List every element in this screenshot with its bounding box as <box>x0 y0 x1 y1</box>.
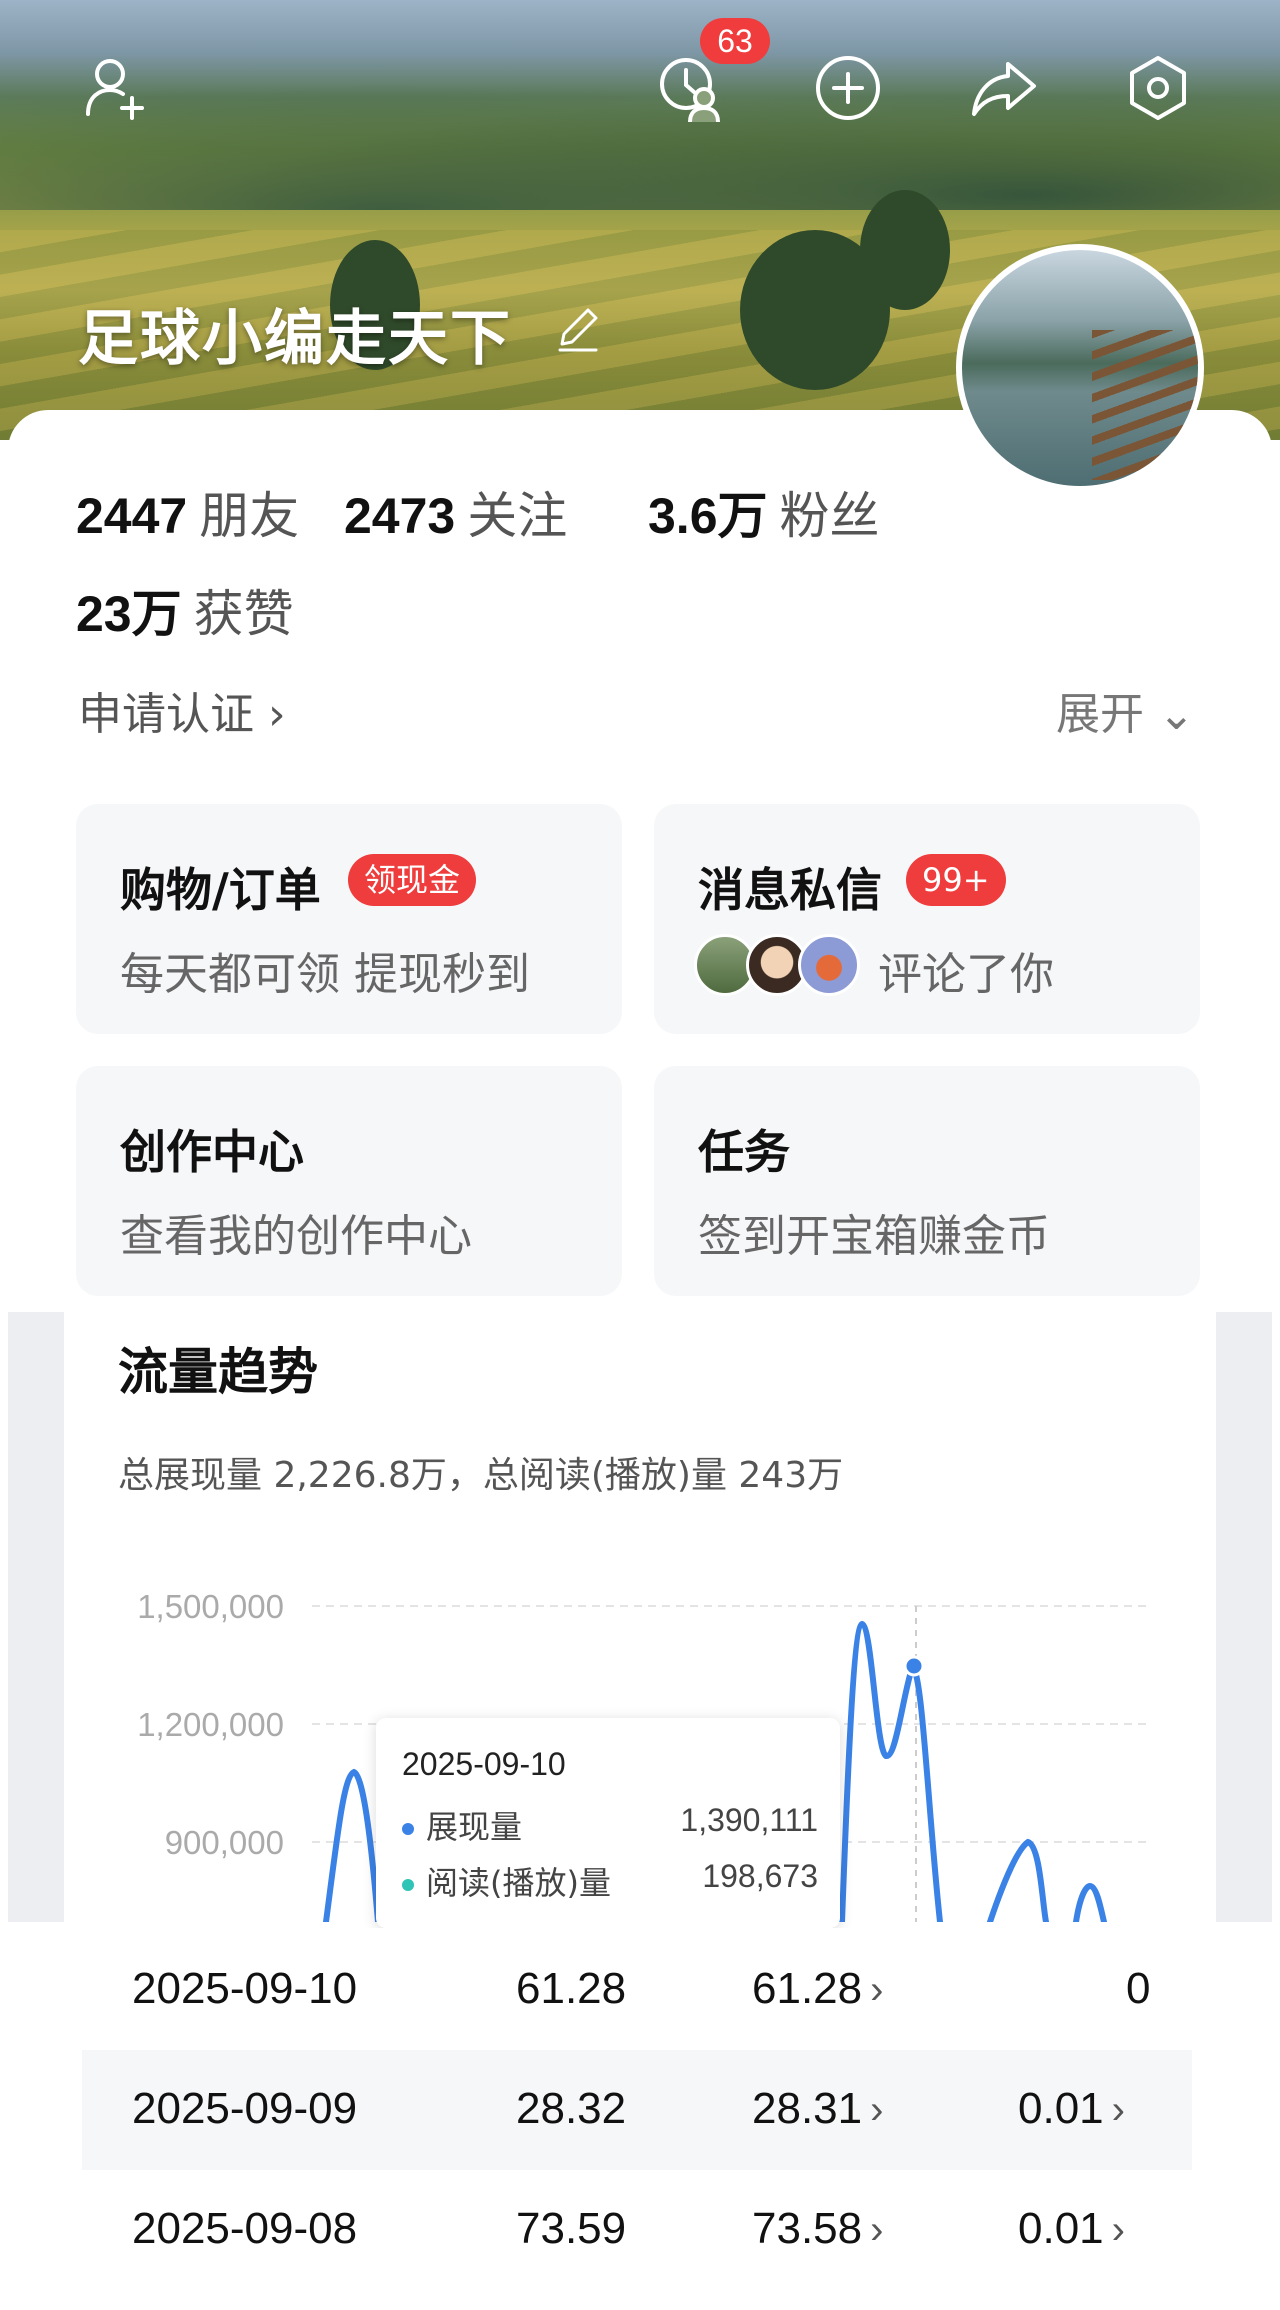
chevron-right-icon: › <box>1111 2208 1125 2252</box>
table-row[interactable]: 2025-09-10 61.28 61.28 › 0 <box>82 1930 1192 2050</box>
creator-card-title: 创作中心 <box>120 1125 304 1179</box>
messages-card-subtitle: 评论了你 <box>878 949 1054 1000</box>
pencil-icon <box>558 308 598 352</box>
chart-tooltip: 2025-09-10 展现量 1,390,111 阅读(播放)量 198,673 <box>376 1718 840 1928</box>
stat-friends-value: 2447 <box>76 488 188 544</box>
row-col1: 73.59 <box>516 2204 627 2253</box>
traffic-summary: 总展现量 2,226.8万，总阅读(播放)量 243万 <box>118 1455 844 1496</box>
row-col1: 61.28 <box>516 1964 627 2013</box>
add-friend-icon <box>86 59 144 120</box>
stat-friends-label: 朋友 <box>199 487 300 545</box>
row-col3: 0 <box>1126 1964 1158 2014</box>
creator-card-subtitle: 查看我的创作中心 <box>120 1211 472 1262</box>
row-date: 2025-09-08 <box>132 2204 358 2253</box>
stat-likes-label: 获赞 <box>193 585 294 643</box>
traffic-trend-title: 流量趋势 <box>118 1343 318 1401</box>
row-col2[interactable]: 61.28 › <box>752 1964 883 2014</box>
row-col3-value: 0 <box>1126 1964 1151 2013</box>
profile-username: 足球小编走天下 <box>78 304 512 374</box>
impressions-legend-dot <box>402 1823 414 1835</box>
stat-fans[interactable]: 3.6万 粉丝 <box>648 476 880 548</box>
row-col1: 28.32 <box>516 2084 627 2133</box>
profile-avatar[interactable] <box>956 244 1204 492</box>
row-col3-value: 0.01 <box>1018 2084 1104 2133</box>
messages-card-title: 消息私信 <box>698 863 882 917</box>
tooltip-date: 2025-09-10 <box>402 1746 566 1782</box>
tooltip-reads-value: 198,673 <box>702 1858 818 1894</box>
share-icon <box>972 62 1036 116</box>
settings-button[interactable] <box>1118 48 1198 128</box>
expand-button[interactable]: 展开 ⌄ <box>1056 678 1195 742</box>
stat-following-value: 2473 <box>344 488 456 544</box>
shopping-order-card[interactable]: 购物/订单 领现金 每天都可领 提现秒到 <box>76 804 622 1034</box>
tasks-card-subtitle: 签到开宝箱赚金币 <box>698 1211 1050 1262</box>
row-col2-value: 61.28 <box>752 1964 863 2013</box>
tooltip-reads-label: 阅读(播放)量 <box>426 1864 611 1902</box>
creator-center-card[interactable]: 创作中心 查看我的创作中心 <box>76 1066 622 1296</box>
commenter-avatar <box>798 934 860 996</box>
row-col2[interactable]: 28.31 › <box>752 2084 883 2134</box>
reads-legend-dot <box>402 1879 414 1891</box>
share-button[interactable] <box>964 48 1044 128</box>
banner-tree <box>860 190 950 310</box>
row-col2[interactable]: 73.58 › <box>752 2204 883 2254</box>
chevron-right-icon: › <box>1111 2088 1125 2132</box>
stat-fans-value: 3.6万 <box>648 488 768 544</box>
shopping-card-subtitle: 每天都可领 提现秒到 <box>120 949 530 1000</box>
tooltip-impressions-value: 1,390,111 <box>680 1802 818 1838</box>
chevron-right-icon: › <box>870 2088 884 2132</box>
stat-likes-value: 23万 <box>76 586 182 642</box>
row-col2-value: 28.31 <box>752 2084 863 2133</box>
stat-friends[interactable]: 2447 朋友 <box>76 476 299 548</box>
messages-card[interactable]: 消息私信 99+ 评论了你 <box>654 804 1200 1034</box>
row-date: 2025-09-10 <box>132 1964 358 2013</box>
apply-verify-link[interactable]: 申请认证 › <box>78 678 286 742</box>
stat-following-label: 关注 <box>467 487 568 545</box>
tasks-card[interactable]: 任务 签到开宝箱赚金币 <box>654 1066 1200 1296</box>
table-row[interactable]: 2025-09-09 28.32 28.31 › 0.01 › <box>82 2050 1192 2170</box>
banner-hills <box>0 60 1280 210</box>
edit-name-button[interactable] <box>550 300 606 356</box>
visitors-badge: 63 <box>700 18 770 64</box>
row-col2-value: 73.58 <box>752 2204 863 2253</box>
tooltip-impressions-label: 展现量 <box>426 1808 523 1846</box>
tasks-card-title: 任务 <box>698 1125 790 1179</box>
avatar-boats <box>1092 330 1198 480</box>
cash-reward-badge: 领现金 <box>348 854 477 906</box>
row-date: 2025-09-09 <box>132 2084 358 2133</box>
plus-circle-icon <box>816 56 880 120</box>
stat-likes[interactable]: 23万 获赞 <box>76 574 294 646</box>
shopping-card-title: 购物/订单 <box>120 863 321 917</box>
chevron-right-icon: › <box>870 2208 884 2252</box>
row-col3-value: 0.01 <box>1018 2204 1104 2253</box>
stat-fans-label: 粉丝 <box>779 487 880 545</box>
settings-hexagon-icon <box>1130 56 1186 120</box>
section-gutter-right <box>1216 1312 1272 1922</box>
y-tick-label: 900,000 <box>165 1824 284 1861</box>
create-button[interactable] <box>808 48 888 128</box>
add-friend-button[interactable] <box>76 48 156 128</box>
y-tick-label: 1,200,000 <box>137 1706 284 1743</box>
row-col3[interactable]: 0.01 › <box>1018 2084 1125 2134</box>
tooltip-row-reads: 阅读(播放)量 198,673 <box>402 1858 818 1904</box>
hover-point <box>903 1655 925 1677</box>
row-col3[interactable]: 0.01 › <box>1018 2204 1125 2254</box>
y-tick-label: 1,500,000 <box>137 1588 284 1625</box>
stat-following[interactable]: 2473 关注 <box>344 476 567 548</box>
section-gutter-left <box>8 1312 64 1922</box>
tooltip-row-impressions: 展现量 1,390,111 <box>402 1802 818 1848</box>
messages-count-badge: 99+ <box>906 854 1006 906</box>
table-row[interactable]: 2025-09-08 73.59 73.58 › 0.01 › <box>82 2170 1192 2290</box>
chevron-right-icon: › <box>870 1968 884 2012</box>
